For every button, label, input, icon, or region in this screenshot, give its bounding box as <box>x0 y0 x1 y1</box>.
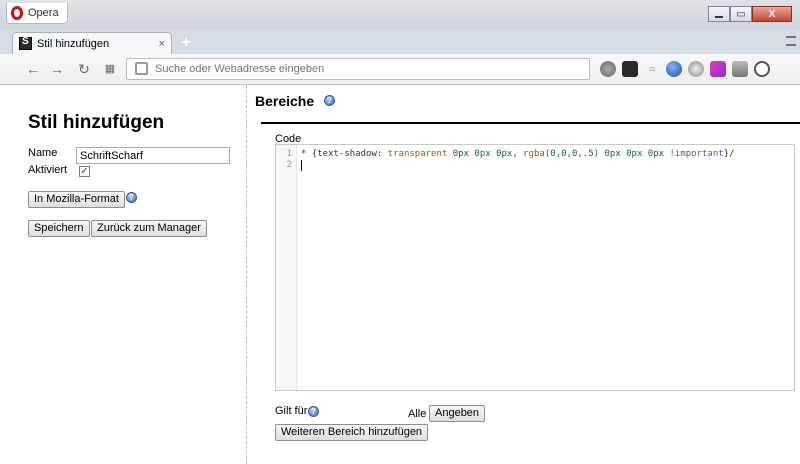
adblock-icon[interactable] <box>688 61 704 77</box>
tab-title: Stil hinzufügen <box>37 37 110 50</box>
tab-bar: Stil hinzufügen × + <box>0 30 800 54</box>
specify-button[interactable]: Angeben <box>429 405 486 422</box>
code-token: 0px 0px 0px, <box>447 149 524 159</box>
add-section-button[interactable]: Weiteren Bereich hinzufügen <box>275 424 429 441</box>
section-rule <box>261 122 800 124</box>
sections-help-icon[interactable]: ? <box>324 95 335 106</box>
close-window-button[interactable]: X <box>752 6 792 22</box>
code-token: !important <box>669 149 724 159</box>
page-title: Stil hinzufügen <box>28 112 165 133</box>
account-icon[interactable] <box>754 61 770 77</box>
name-label: Name <box>28 147 58 159</box>
applies-to-help-icon[interactable]: ? <box>308 406 319 417</box>
code-token: (0,0,0,.5) 0px 0px 0px <box>544 149 670 159</box>
address-bar[interactable] <box>126 58 590 80</box>
title-bar: Opera ▭ X <box>0 0 800 30</box>
activated-label: Aktiviert <box>28 164 68 176</box>
stylish-extension-icon[interactable] <box>622 61 638 77</box>
globe-icon[interactable] <box>666 61 682 77</box>
page-content: Stil hinzufügen Name Aktiviert ✓ In Mozi… <box>0 85 800 464</box>
name-input[interactable] <box>76 147 230 164</box>
navigation-toolbar: ← → ↻ ▦ ≈ <box>0 54 800 85</box>
line-number: 1 <box>286 149 292 159</box>
reload-icon[interactable]: ↻ <box>75 60 93 78</box>
speed-dial-grid-icon[interactable]: ▦ <box>101 60 119 78</box>
save-button[interactable]: Speichern <box>28 220 90 237</box>
line-number-gutter: 1 2 <box>276 145 297 390</box>
all-label: Alle <box>408 408 427 420</box>
text-cursor <box>301 160 302 171</box>
extension-icons: ≈ <box>600 61 770 77</box>
back-to-manager-button[interactable]: Zurück zum Manager <box>91 220 207 237</box>
forward-arrow-icon[interactable]: → <box>48 60 66 78</box>
tab-menu-icon[interactable] <box>786 36 796 46</box>
code-token: }/ <box>723 149 735 159</box>
sections-panel: Bereiche ? Code 1 2 * {text-shadow: tran… <box>247 85 800 464</box>
code-token: rgba <box>523 149 545 159</box>
window-controls: ▭ X <box>708 6 792 22</box>
mozilla-format-button[interactable]: In Mozilla-Format <box>28 191 125 208</box>
color-picker-icon[interactable] <box>710 61 726 77</box>
code-editor[interactable]: 1 2 * {text-shadow: transparent 0px 0px … <box>275 144 795 391</box>
opera-logo-icon <box>11 6 23 20</box>
extension-puzzle-icon <box>135 62 148 75</box>
help-icon[interactable]: ? <box>126 192 137 203</box>
back-arrow-icon[interactable]: ← <box>24 60 42 78</box>
address-input[interactable] <box>155 61 575 77</box>
sections-title: Bereiche <box>255 93 315 109</box>
panel-icon[interactable] <box>732 61 748 77</box>
maximize-button[interactable]: ▭ <box>730 6 752 22</box>
tab-active[interactable]: Stil hinzufügen × <box>12 32 172 54</box>
applies-to-label: Gilt für <box>275 405 308 417</box>
code-token: * {text-shadow: <box>301 149 388 159</box>
minimize-button[interactable] <box>708 6 730 22</box>
new-tab-button[interactable]: + <box>178 35 194 51</box>
rss-feed-icon[interactable]: ≈ <box>644 61 660 77</box>
opera-menu-label: Opera <box>28 7 59 19</box>
code-line-1: * {text-shadow: transparent 0px 0px 0px,… <box>301 149 735 159</box>
line-number: 2 <box>286 160 292 170</box>
code-token: transparent <box>387 149 448 159</box>
settings-gear-icon[interactable] <box>600 61 616 77</box>
activated-checkbox[interactable]: ✓ <box>79 166 90 177</box>
opera-menu-button[interactable]: Opera <box>6 3 68 24</box>
stylish-favicon-icon <box>19 36 32 50</box>
tab-close-icon[interactable]: × <box>159 38 165 50</box>
